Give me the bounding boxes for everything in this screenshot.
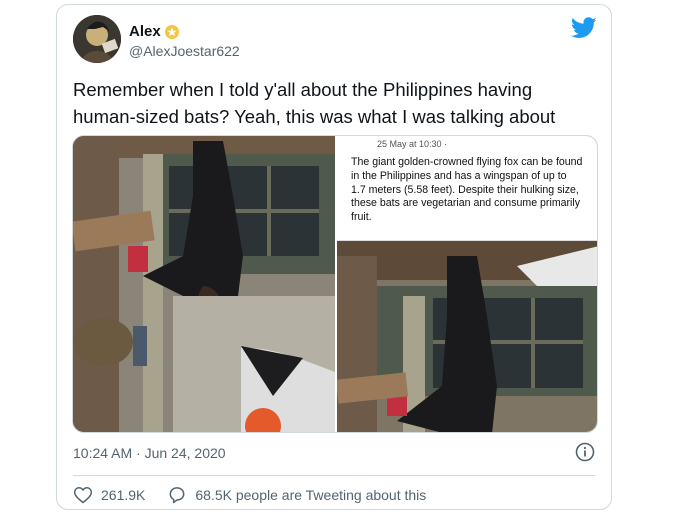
action-bar: 261.9K 68.5K people are Tweeting about t…: [73, 485, 448, 505]
tweet-timestamp[interactable]: 10:24 AM · Jun 24, 2020: [73, 445, 226, 461]
photo-left[interactable]: [73, 136, 337, 432]
caption-box: 25 May at 10:30 · The giant golden-crown…: [337, 136, 597, 241]
media-grid[interactable]: 25 May at 10:30 · The giant golden-crown…: [72, 135, 598, 433]
like-button[interactable]: 261.9K: [73, 485, 145, 505]
avatar-image: [73, 15, 121, 63]
heart-icon: [73, 486, 93, 504]
conversation-text: 68.5K people are Tweeting about this: [195, 487, 427, 503]
avatar[interactable]: [73, 15, 121, 63]
star-badge-icon: [164, 24, 179, 39]
conversation-button[interactable]: 68.5K people are Tweeting about this: [167, 485, 426, 505]
speech-bubble-icon: [169, 487, 185, 504]
user-handle[interactable]: @AlexJoestar622: [129, 43, 240, 59]
caption-text: The giant golden-crowned flying fox can …: [351, 156, 583, 224]
author-name-row: Alex: [129, 23, 180, 40]
tweet-card[interactable]: Alex @AlexJoestar622 Remember when I tol…: [56, 4, 612, 510]
display-name[interactable]: Alex: [129, 23, 161, 40]
info-icon[interactable]: [575, 442, 595, 462]
divider: [73, 475, 595, 476]
like-count: 261.9K: [101, 487, 146, 503]
tweet-text: Remember when I told y'all about the Phi…: [73, 79, 556, 127]
twitter-bird-icon[interactable]: [571, 17, 597, 39]
photo-right[interactable]: 25 May at 10:30 · The giant golden-crown…: [337, 136, 597, 432]
bat-photo-left: [73, 136, 335, 432]
caption-date: 25 May at 10:30 ·: [377, 139, 448, 149]
